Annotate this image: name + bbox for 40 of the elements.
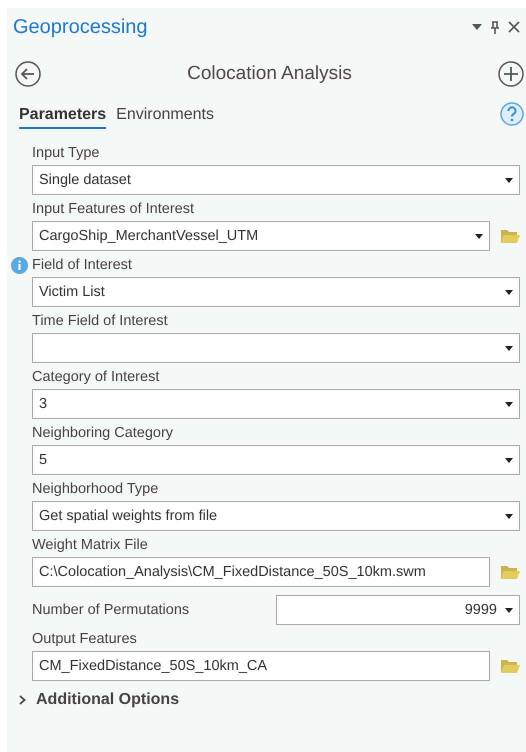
tab[interactable]: Parameters [19,106,106,129]
parameter-label: Field of Interest [32,256,133,275]
dropdown-caret-icon [505,514,513,518]
dropdown-field[interactable] [32,333,520,363]
dropdown-field[interactable]: Get spatial weights from file [32,501,520,531]
tool-title: Colocation Analysis [187,63,352,85]
dropdown-caret-icon [505,290,513,294]
dropdown-field[interactable]: Single dataset [32,165,520,195]
help-icon[interactable] [500,102,524,126]
close-icon[interactable] [508,21,520,33]
chevron-icon [19,695,26,705]
dropdown-caret-icon[interactable] [472,24,482,30]
dropdown-field[interactable]: 9999 [276,595,520,625]
dropdown-caret-icon [505,178,513,182]
dropdown-caret-icon [505,608,513,612]
back-icon[interactable] [15,61,41,87]
pin-icon[interactable] [490,20,500,34]
parameter-label: Input Features of Interest [32,200,196,219]
parameter-label: Number of Permutations [32,601,190,620]
parameter-label: Neighborhood Type [32,480,160,499]
text-field[interactable]: CM_FixedDistance_50S_10km_CA [32,651,490,681]
dropdown-caret-icon [475,234,483,238]
parameter-label: Category of Interest [32,368,160,387]
text-field[interactable]: C:\Colocation_Analysis\CM_FixedDistance_50S_10km.swm [32,557,490,587]
add-icon[interactable] [498,61,524,87]
parameter-label: Time Field of Interest [32,312,169,331]
pane-title: Geoprocessing [13,16,148,38]
dropdown-caret-icon [505,346,513,350]
tab[interactable]: Environments [116,106,214,129]
dropdown-field[interactable]: Victim List [32,277,520,307]
dropdown-field[interactable]: 5 [32,445,520,475]
dropdown-caret-icon [505,458,513,462]
parameter-label: Neighboring Category [32,424,174,443]
dropdown-field[interactable]: CargoShip_MerchantVessel_UTM [32,221,490,251]
dropdown-field[interactable]: 3 [32,389,520,419]
parameter-label: Input Type [32,144,100,163]
parameter-label: Weight Matrix File [32,536,149,555]
section-header[interactable]: Additional Options [19,691,526,709]
dropdown-caret-icon [505,402,513,406]
parameter-label: Output Features [32,630,138,649]
